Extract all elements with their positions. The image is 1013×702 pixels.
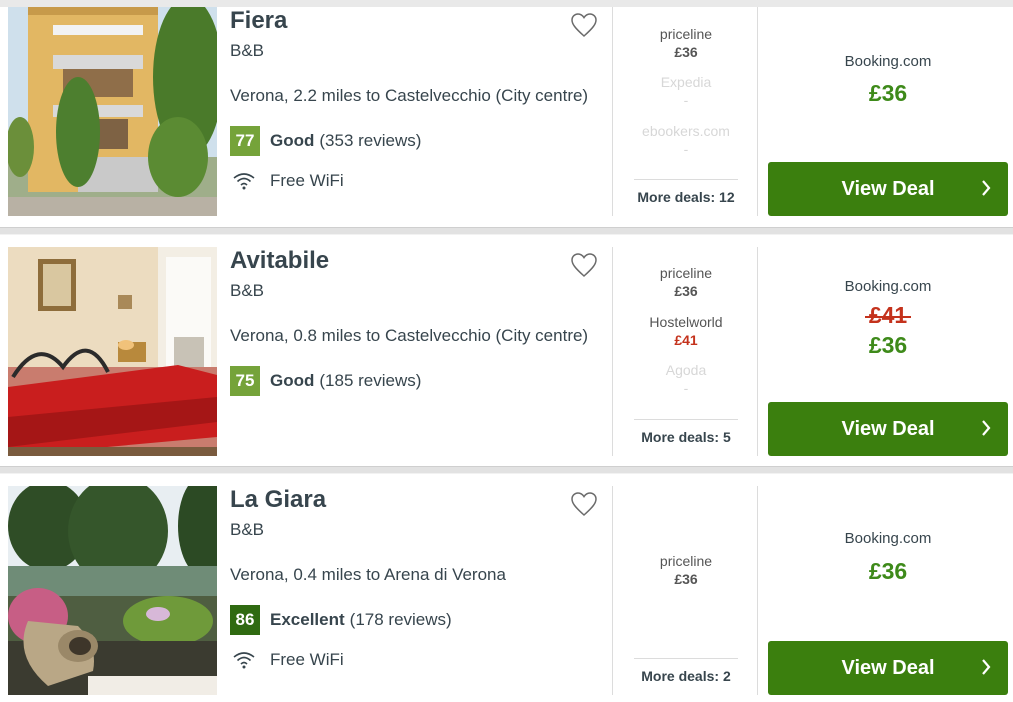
hotel-name[interactable]: La Giara <box>230 486 326 514</box>
hotel-info: La Giara B&B Verona, 0.4 miles to Arena … <box>230 486 602 695</box>
review-count: (185 reviews) <box>319 371 422 390</box>
view-deal-button[interactable]: View Deal <box>768 162 1008 216</box>
best-deal-price: £36 <box>868 558 908 584</box>
hotel-photo-image <box>8 7 217 216</box>
best-deal-price: £36 <box>868 332 908 358</box>
favorite-heart-icon[interactable] <box>570 12 598 38</box>
favorite-heart-icon[interactable] <box>570 491 598 517</box>
hotel-card: Avitabile B&B Verona, 0.8 miles to Caste… <box>0 235 1013 466</box>
hotel-name[interactable]: Avitabile <box>230 247 329 275</box>
deal-site: priceline <box>659 553 713 569</box>
deal-site: Hostelworld <box>649 314 723 330</box>
hotel-photo[interactable] <box>8 247 217 456</box>
hotel-info: Avitabile B&B Verona, 0.8 miles to Caste… <box>230 247 602 456</box>
deal-price: - <box>683 141 689 157</box>
review-count: (353 reviews) <box>319 131 422 150</box>
hotel-type: B&B <box>230 41 265 60</box>
deal-price: - <box>683 380 689 396</box>
hotel-location: Verona, 0.4 miles to Arena di Verona <box>230 565 506 584</box>
best-deal-panel: Booking.com £36 View Deal <box>758 7 1013 216</box>
view-deal-button[interactable]: View Deal <box>768 402 1008 456</box>
rating-score-badge: 75 <box>230 366 260 396</box>
deal-item[interactable]: Hostelworld £41 <box>613 313 759 349</box>
hotel-type: B&B <box>230 281 265 300</box>
amenity-wifi: Free WiFi <box>232 171 344 191</box>
rating-score-badge: 77 <box>230 126 260 156</box>
deal-price: £36 <box>674 44 698 60</box>
hotel-name[interactable]: Fiera <box>230 7 287 35</box>
amenity-label: Free WiFi <box>270 650 344 669</box>
wifi-icon <box>233 652 255 669</box>
deal-site: Expedia <box>660 74 712 90</box>
more-deals-link[interactable]: More deals: 12 <box>634 179 738 216</box>
chevron-right-icon <box>982 420 991 436</box>
best-deal-price: £36 <box>868 80 908 106</box>
deal-price: - <box>683 92 689 108</box>
rating-score-badge: 86 <box>230 605 260 635</box>
card-separator <box>0 227 1013 235</box>
strikethrough-price: £41 <box>864 302 912 328</box>
hotel-photo-image <box>8 247 217 456</box>
hotel-photo[interactable] <box>8 7 217 216</box>
view-deal-button[interactable]: View Deal <box>768 641 1008 695</box>
deal-site: priceline <box>659 26 713 42</box>
more-deals-link[interactable]: More deals: 5 <box>634 419 738 456</box>
deal-item[interactable]: ebookers.com - <box>613 122 759 158</box>
favorite-heart-icon[interactable] <box>570 252 598 278</box>
chevron-right-icon <box>982 180 991 196</box>
deal-site: priceline <box>659 265 713 281</box>
rating-word: Good <box>270 371 315 390</box>
deal-price: £36 <box>674 571 698 587</box>
deal-price: £36 <box>674 283 698 299</box>
amenity-wifi: Free WiFi <box>232 650 344 670</box>
deal-item[interactable]: priceline £36 <box>613 25 759 61</box>
rating-word: Good <box>270 131 315 150</box>
hotel-card: Fiera B&B Verona, 2.2 miles to Castelvec… <box>0 7 1013 227</box>
best-deal-site: Booking.com <box>844 530 932 547</box>
deal-item[interactable]: Expedia - <box>613 73 759 109</box>
hotel-location: Verona, 0.8 miles to Castelvecchio (City… <box>230 326 589 345</box>
view-deal-label: View Deal <box>841 177 935 200</box>
hotel-card: La Giara B&B Verona, 0.4 miles to Arena … <box>0 474 1013 702</box>
view-deal-label: View Deal <box>841 656 935 679</box>
rating-row[interactable]: 86 Excellent (178 reviews) <box>230 605 452 635</box>
hotel-type: B&B <box>230 520 265 539</box>
deal-item[interactable]: Agoda - <box>613 361 759 397</box>
hotel-photo-image <box>8 486 217 695</box>
deal-site: Agoda <box>665 362 707 378</box>
hotel-photo[interactable] <box>8 486 217 695</box>
best-deal-site: Booking.com <box>844 53 932 70</box>
rating-word: Excellent <box>270 610 345 629</box>
wifi-icon <box>233 173 255 190</box>
view-deal-label: View Deal <box>841 417 935 440</box>
hotel-info: Fiera B&B Verona, 2.2 miles to Castelvec… <box>230 7 602 216</box>
other-deals-panel: priceline £36 More deals: 2 <box>612 486 758 695</box>
best-deal-panel: Booking.com £36 View Deal <box>758 486 1013 695</box>
hotel-location: Verona, 2.2 miles to Castelvecchio (City… <box>230 86 589 105</box>
deal-item[interactable]: priceline £36 <box>613 264 759 300</box>
best-deal-old-price: £41 <box>758 302 1013 329</box>
other-deals-panel: priceline £36 Hostelworld £41 Agoda - Mo… <box>612 247 758 456</box>
deal-price: £41 <box>674 332 698 348</box>
deal-site: ebookers.com <box>642 123 730 139</box>
card-separator <box>0 466 1013 474</box>
review-count: (178 reviews) <box>349 610 452 629</box>
other-deals-panel: priceline £36 Expedia - ebookers.com - M… <box>612 7 758 216</box>
best-deal-panel: Booking.com £41 £36 View Deal <box>758 247 1013 456</box>
best-deal-site: Booking.com <box>844 278 932 295</box>
rating-row[interactable]: 77 Good (353 reviews) <box>230 126 421 156</box>
chevron-right-icon <box>982 659 991 675</box>
amenity-label: Free WiFi <box>270 171 344 190</box>
more-deals-link[interactable]: More deals: 2 <box>634 658 738 695</box>
deal-item[interactable]: priceline £36 <box>613 552 759 588</box>
rating-row[interactable]: 75 Good (185 reviews) <box>230 366 421 396</box>
